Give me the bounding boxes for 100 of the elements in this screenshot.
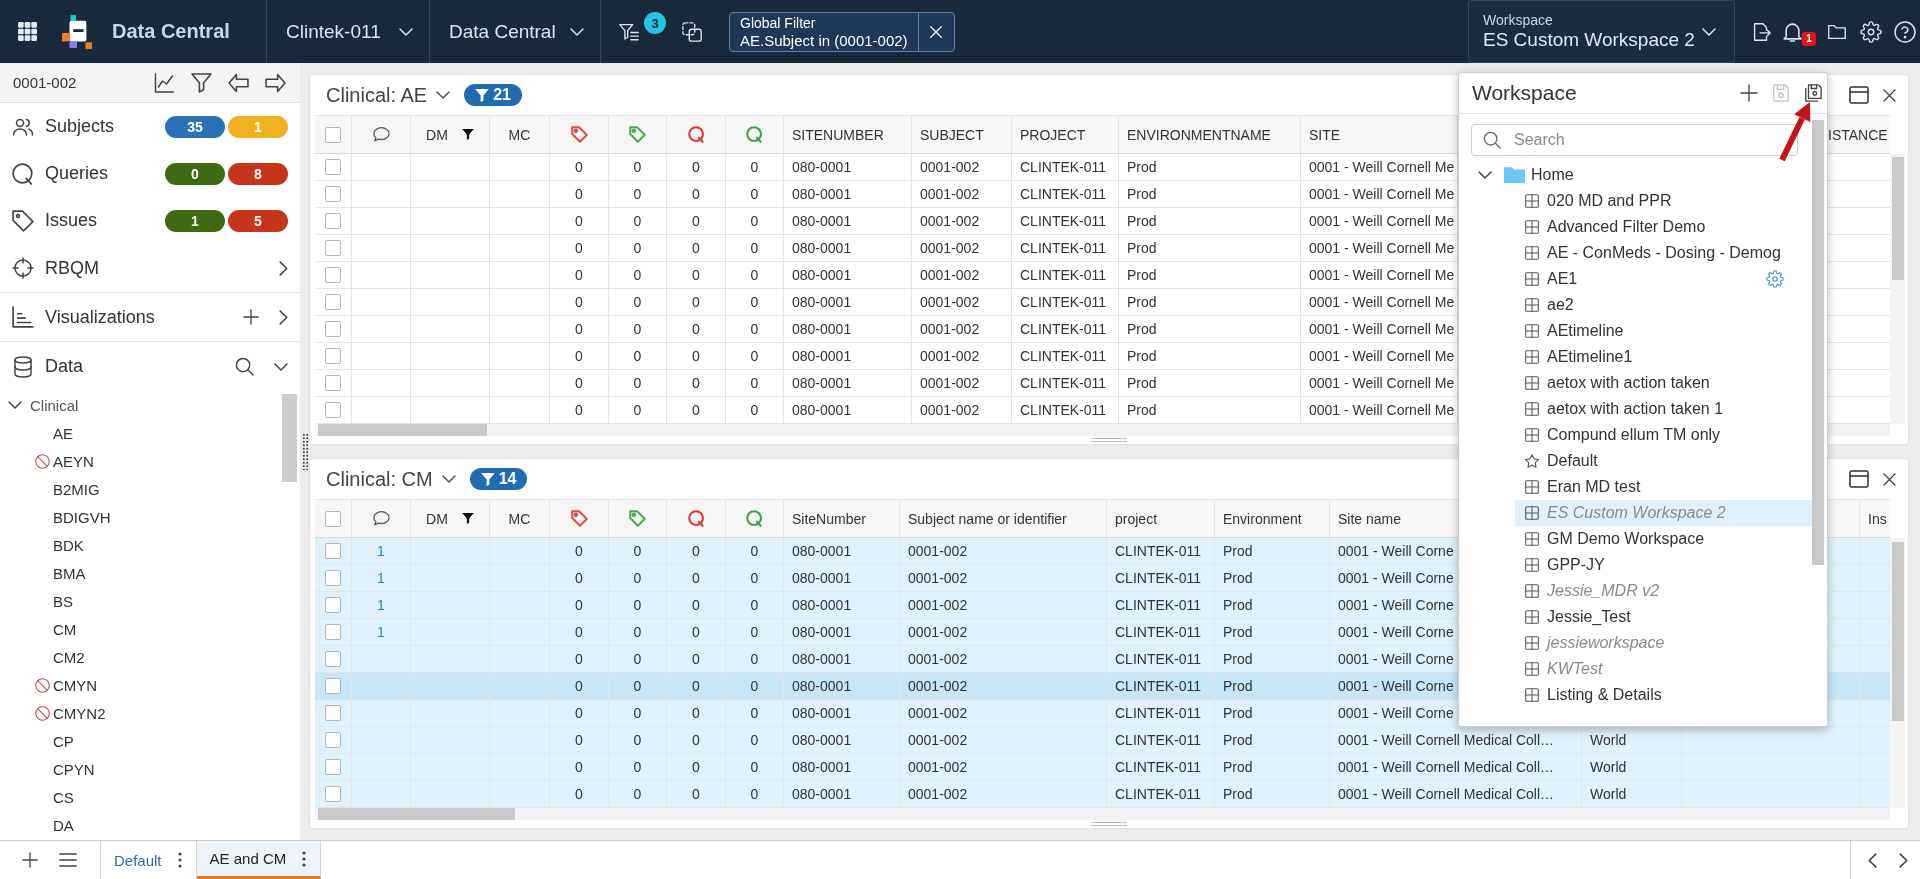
plus-icon[interactable] [1740, 84, 1758, 102]
panel-title-dropdown[interactable]: Clinical: AE [326, 83, 451, 107]
chevron-right-icon[interactable] [279, 260, 288, 276]
nav-label[interactable]: Issues [45, 210, 98, 231]
column-header[interactable]: PROJECT [1020, 126, 1086, 143]
close-icon[interactable] [1882, 471, 1897, 487]
arrow-right-icon[interactable] [265, 72, 286, 93]
row-checkbox[interactable] [325, 597, 341, 613]
workspace-item[interactable]: AEtimeline1 [1515, 344, 1812, 370]
tree-item[interactable]: BMA [0, 559, 282, 587]
nav-label[interactable]: Visualizations [45, 306, 155, 328]
close-icon[interactable] [1882, 87, 1897, 103]
filter-count-button[interactable]: 14 [469, 468, 528, 490]
nav-label[interactable]: RBQM [45, 257, 99, 279]
column-header[interactable]: Site name [1338, 510, 1402, 527]
global-filter-chip[interactable]: Global Filter AE.Subject in (0001-002) [729, 11, 955, 52]
funnel-icon[interactable] [461, 513, 474, 524]
count-badge[interactable]: 1 [165, 209, 225, 232]
workspace-item[interactable]: aetox with action taken 1 [1515, 396, 1812, 422]
row-checkbox[interactable] [325, 321, 341, 337]
workspace-dropdown[interactable]: Workspace ES Custom Workspace 2 [1468, 0, 1735, 63]
row-checkbox[interactable] [325, 543, 341, 559]
table-row[interactable]: 0 0 0 0 080-0001 0001-002 CLINTEK-011 Prod 0001 - Weill Cornell Medical Coll… World [315, 727, 1890, 754]
tree-folder[interactable]: Clinical [0, 391, 282, 419]
plus-icon[interactable] [22, 852, 38, 868]
column-header[interactable]: DM [426, 126, 474, 143]
tree-item[interactable]: CP [0, 727, 282, 755]
search-icon[interactable] [235, 357, 254, 376]
menu-icon[interactable] [59, 853, 77, 867]
duplicate-icon[interactable] [681, 20, 703, 43]
tab[interactable]: AE and CM [196, 841, 322, 879]
tab[interactable]: Default [101, 841, 197, 879]
window-icon[interactable] [1849, 470, 1869, 488]
kebab-icon[interactable] [302, 850, 307, 867]
arrow-left-icon[interactable] [228, 72, 249, 93]
tree-item[interactable]: AEYN [0, 447, 282, 475]
row-checkbox[interactable] [325, 402, 341, 418]
workspace-item[interactable]: ae2 [1515, 292, 1812, 318]
column-header[interactable]: MC [508, 126, 531, 143]
plus-icon[interactable] [243, 309, 259, 325]
chevron-right-icon[interactable] [279, 309, 288, 325]
tree-item[interactable]: CM [0, 615, 282, 643]
row-checkbox[interactable] [325, 348, 341, 364]
tree-item[interactable]: CMYN [0, 671, 282, 699]
row-checkbox[interactable] [325, 213, 341, 229]
row-checkbox[interactable] [325, 240, 341, 256]
row-checkbox[interactable] [325, 159, 341, 175]
count-badge[interactable]: 8 [228, 162, 288, 185]
row-checkbox[interactable] [325, 375, 341, 391]
column-header[interactable]: SiteNumber [792, 510, 866, 527]
settings-icon[interactable] [1860, 20, 1882, 43]
panel-title-dropdown[interactable]: Clinical: CM [326, 467, 456, 491]
q-icon[interactable] [746, 126, 763, 143]
table-row[interactable]: 0 0 0 0 080-0001 0001-002 CLINTEK-011 Prod 0001 - Weill Cornell Medical Coll… World [315, 754, 1890, 781]
stacked-floppy-icon[interactable] [1804, 84, 1822, 102]
nav-label[interactable]: Subjects [45, 116, 115, 137]
select-all-checkbox[interactable] [325, 510, 341, 527]
table-row[interactable]: 0 0 0 0 080-0001 0001-002 CLINTEK-011 Prod 0001 - Weill Cornell Medical Coll… World [315, 781, 1890, 808]
nav-label[interactable]: Queries [45, 163, 109, 184]
workspace-item[interactable]: Compund ellum TM only [1515, 422, 1812, 448]
row-checkbox[interactable] [325, 732, 341, 748]
scrollbar-thumb[interactable] [1892, 542, 1904, 721]
apps-grid-icon[interactable] [18, 22, 37, 41]
tree-item[interactable]: CMYN2 [0, 699, 282, 727]
tree-item[interactable]: B2MIG [0, 475, 282, 503]
count-badge[interactable]: 0 [165, 162, 225, 185]
row-checkbox[interactable] [325, 267, 341, 283]
scrollbar-thumb[interactable] [318, 424, 487, 436]
help-icon[interactable] [1894, 20, 1916, 43]
tag-icon[interactable] [629, 126, 646, 143]
scrollbar-thumb[interactable] [1892, 157, 1904, 280]
workspace-item[interactable]: AEtimeline [1515, 318, 1812, 344]
workspace-item[interactable]: AE1 [1515, 266, 1812, 292]
count-badge[interactable]: 35 [165, 115, 225, 138]
q-icon[interactable] [746, 510, 763, 527]
column-header[interactable]: project [1115, 510, 1158, 527]
scrollbar-thumb[interactable] [1812, 120, 1824, 565]
funnel-icon[interactable] [461, 129, 474, 140]
column-header[interactable]: ENVIRONMENTNAME [1127, 126, 1271, 143]
row-checkbox[interactable] [325, 678, 341, 694]
resize-handle[interactable] [1091, 822, 1127, 826]
speech-bubble-icon[interactable] [372, 126, 390, 143]
workspace-item[interactable]: Eran MD test [1515, 474, 1812, 500]
module-dropdown[interactable]: Data Central [429, 0, 600, 63]
workspace-item[interactable]: aetox with action taken [1515, 370, 1812, 396]
window-icon[interactable] [1849, 86, 1869, 104]
workspace-item[interactable]: Default [1515, 448, 1812, 474]
row-checkbox[interactable] [325, 186, 341, 202]
tree-item[interactable]: AE [0, 419, 282, 447]
column-header[interactable]: SITENUMBER [792, 126, 884, 143]
row-checkbox[interactable] [325, 786, 341, 802]
column-header[interactable]: Ins [1868, 510, 1887, 527]
chevron-right-icon[interactable] [1899, 852, 1908, 868]
select-all-checkbox[interactable] [325, 126, 341, 143]
scrollbar-thumb[interactable] [282, 394, 297, 482]
tree-item[interactable]: CS [0, 783, 282, 811]
tag-icon[interactable] [570, 126, 588, 143]
column-header[interactable]: Subject name or identifier [908, 510, 1067, 527]
column-header[interactable]: SUBJECT [920, 126, 984, 143]
resize-handle[interactable] [301, 433, 309, 470]
